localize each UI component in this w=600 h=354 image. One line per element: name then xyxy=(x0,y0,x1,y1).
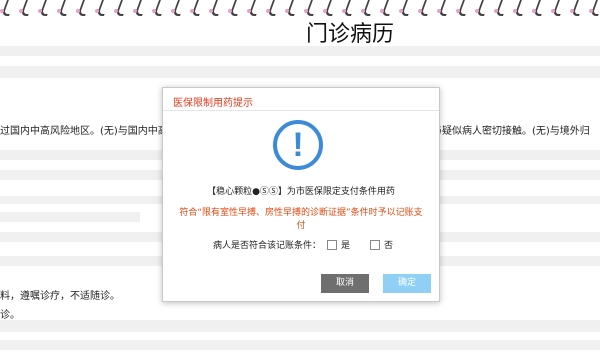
binding-hole-icon xyxy=(494,9,498,13)
binding-hole-icon xyxy=(209,9,213,13)
binding-ring-icon xyxy=(267,0,281,16)
yes-label: 是 xyxy=(341,241,351,251)
dialog-title: 医保限制用药提示 xyxy=(173,98,253,109)
binding-hole-icon xyxy=(399,9,403,13)
binding-ring-icon xyxy=(305,0,319,16)
page-title: 门诊病历 xyxy=(305,22,394,47)
binding-ring-icon xyxy=(172,0,186,16)
binding-hole-icon xyxy=(475,9,479,13)
confirm-button[interactable]: 确定 xyxy=(383,274,431,293)
exclamation-circle-icon: ! xyxy=(273,120,323,170)
binding-ring-icon xyxy=(457,0,471,16)
binding-ring-icon xyxy=(476,0,490,16)
binding-ring-icon xyxy=(229,0,243,16)
binding-ring-icon xyxy=(20,0,34,16)
binding-ring-icon xyxy=(134,0,148,16)
binding-hole-icon xyxy=(266,9,270,13)
cancel-button[interactable]: 取消 xyxy=(321,274,369,293)
binding-ring-icon xyxy=(115,0,129,16)
binding-ring-icon xyxy=(438,0,452,16)
binding-hole-icon xyxy=(152,9,156,13)
binding-hole-icon xyxy=(247,9,251,13)
binding-ring-icon xyxy=(324,0,338,16)
binding-hole-icon xyxy=(532,9,536,13)
binding-hole-icon xyxy=(456,9,460,13)
no-checkbox[interactable] xyxy=(370,239,381,250)
binding-hole-icon xyxy=(570,9,574,13)
binding-hole-icon xyxy=(171,9,175,13)
binding-ring-icon xyxy=(77,0,91,16)
binding-hole-icon xyxy=(513,9,517,13)
binding-hole-icon xyxy=(0,9,4,13)
binding-ring-icon xyxy=(286,0,300,16)
binding-hole-icon xyxy=(114,9,118,13)
binding-hole-icon xyxy=(589,9,593,13)
binding-ring-icon xyxy=(39,0,53,16)
binding-ring-icon xyxy=(153,0,167,16)
binding-hole-icon xyxy=(551,9,555,13)
binding-ring-icon xyxy=(381,0,395,16)
ruled-stripe xyxy=(0,66,600,78)
binding-hole-icon xyxy=(418,9,422,13)
condition-text: 符合“限有室性早搏、房性早搏的诊断证据”条件时予以记账支付 xyxy=(179,208,423,231)
binding-hole-icon xyxy=(437,9,441,13)
binding-hole-icon xyxy=(57,9,61,13)
record-text-line: 与疑似病人密切接触。(无)与境外归 xyxy=(432,126,590,137)
binding-ring-icon xyxy=(343,0,357,16)
binding-ring-icon xyxy=(514,0,528,16)
binding-ring-icon xyxy=(1,0,15,16)
ruled-stripe xyxy=(0,212,140,222)
binding-hole-icon xyxy=(342,9,346,13)
dialog-divider xyxy=(163,110,439,111)
binding-hole-icon xyxy=(190,9,194,13)
binding-hole-icon xyxy=(133,9,137,13)
binding-ring-icon xyxy=(552,0,566,16)
insurance-drug-alert-dialog: 医保限制用药提示 ! 【稳心颗粒●ⓈⓈ】为市医保限定支付条件用药 符合“限有室性… xyxy=(162,87,440,302)
question-label: 病人是否符合该记账条件： xyxy=(213,241,322,251)
ruled-stripe xyxy=(0,320,600,332)
drug-restriction-text: 【稳心颗粒●ⓈⓈ】为市医保限定支付条件用药 xyxy=(207,187,395,197)
binding-hole-icon xyxy=(38,9,42,13)
record-text-line: 诊。 xyxy=(0,310,20,321)
binding-hole-icon xyxy=(304,9,308,13)
binding-hole-icon xyxy=(323,9,327,13)
binding-ring-icon xyxy=(419,0,433,16)
binding-ring-icon xyxy=(96,0,110,16)
binding-ring-icon xyxy=(495,0,509,16)
binding-ring-icon xyxy=(248,0,262,16)
binding-hole-icon xyxy=(76,9,80,13)
binding-ring-icon xyxy=(362,0,376,16)
record-text-line: 料，遵嘱诊疗，不适随诊。 xyxy=(0,291,120,302)
yes-checkbox[interactable] xyxy=(327,239,338,250)
binding-hole-icon xyxy=(361,9,365,13)
binding-hole-icon xyxy=(285,9,289,13)
ruled-stripe xyxy=(0,340,600,350)
binding-hole-icon xyxy=(95,9,99,13)
binding-ring-icon xyxy=(191,0,205,16)
binding-ring-icon xyxy=(533,0,547,16)
binding-hole-icon xyxy=(228,9,232,13)
binding-hole-icon xyxy=(19,9,23,13)
binding-ring-icon xyxy=(590,0,600,16)
record-text-line: 过国内中高风险地区。(无)与国内中高 xyxy=(0,126,168,137)
binding-ring-icon xyxy=(571,0,585,16)
no-label: 否 xyxy=(384,241,394,251)
ruled-stripe xyxy=(0,46,600,56)
binding-hole-icon xyxy=(380,9,384,13)
binding-ring-icon xyxy=(400,0,414,16)
binding-ring-icon xyxy=(58,0,72,16)
eligibility-question: 病人是否符合该记账条件： 是 否 xyxy=(213,238,407,251)
binding-ring-icon xyxy=(210,0,224,16)
